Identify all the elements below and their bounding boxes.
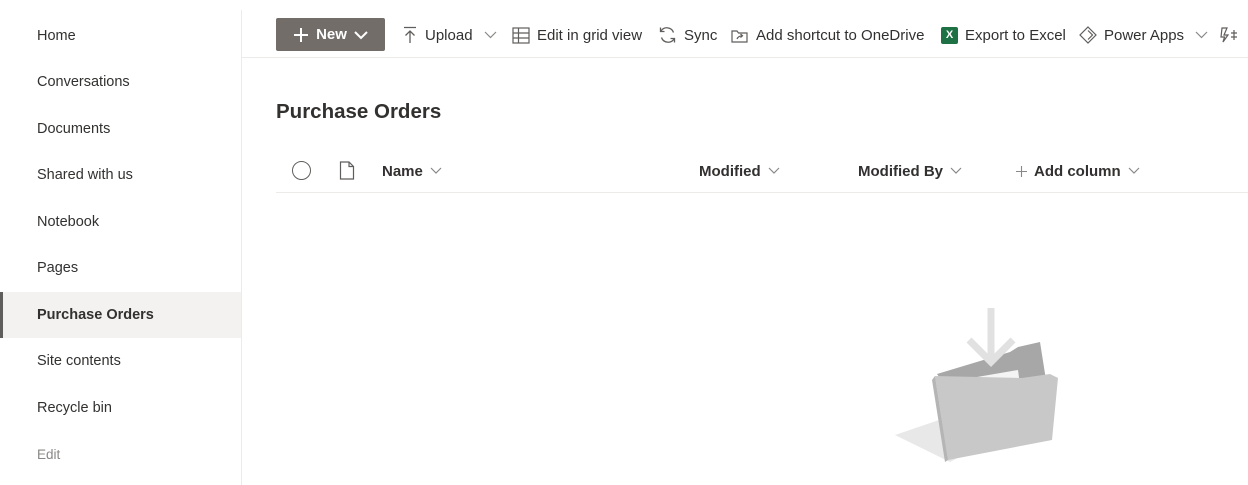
chevron-down-icon — [430, 167, 442, 174]
nav-item-notebook[interactable]: Notebook — [0, 199, 241, 245]
nav-item-conversations[interactable]: Conversations — [0, 59, 241, 105]
automate-icon — [1220, 27, 1237, 43]
sync-label: Sync — [684, 26, 718, 44]
file-type-icon[interactable] — [339, 161, 355, 180]
chevron-down-icon — [950, 167, 962, 174]
sync-icon — [659, 27, 676, 43]
export-to-excel-button[interactable]: X Export to Excel — [941, 22, 1066, 48]
column-header-name[interactable]: Name — [382, 160, 442, 182]
edit-grid-view-label: Edit in grid view — [537, 26, 643, 44]
chevron-down-icon — [1128, 167, 1140, 174]
add-column-label: Add column — [1034, 162, 1121, 180]
shortcut-icon — [731, 29, 748, 43]
column-modified-label: Modified — [699, 162, 761, 180]
upload-icon — [404, 26, 416, 43]
excel-icon: X — [941, 26, 958, 44]
chevron-down-icon — [354, 30, 368, 39]
power-apps-icon — [1079, 26, 1097, 44]
new-button-label: New — [316, 26, 347, 43]
nav-item-documents[interactable]: Documents — [0, 106, 241, 152]
nav-edit-link[interactable]: Edit — [0, 431, 241, 477]
select-all-checkbox[interactable] — [292, 161, 311, 180]
nav-item-pages[interactable]: Pages — [0, 245, 241, 291]
chevron-down-icon — [768, 167, 780, 174]
column-header-modified-by[interactable]: Modified By — [858, 160, 962, 182]
page-title: Purchase Orders — [276, 100, 442, 123]
add-column-button[interactable]: Add column — [1016, 160, 1140, 182]
nav-item-purchase-orders[interactable]: Purchase Orders — [0, 292, 241, 338]
plus-icon — [1016, 165, 1027, 177]
add-shortcut-onedrive-button[interactable]: Add shortcut to OneDrive — [730, 22, 924, 48]
nav-item-site-contents[interactable]: Site contents — [0, 338, 241, 384]
chevron-down-icon — [484, 31, 496, 39]
upload-button[interactable]: Upload — [402, 22, 497, 48]
column-header-modified[interactable]: Modified — [699, 160, 780, 182]
column-header-row: Name Modified Modified By Add column — [276, 148, 1248, 193]
column-name-label: Name — [382, 162, 423, 180]
grid-icon — [512, 26, 530, 44]
add-shortcut-label: Add shortcut to OneDrive — [756, 26, 925, 44]
edit-grid-view-button[interactable]: Edit in grid view — [512, 22, 642, 48]
new-button[interactable]: New — [276, 18, 385, 51]
nav-item-recycle-bin[interactable]: Recycle bin — [0, 385, 241, 431]
command-bar: New Upload Edit in grid view Sync Add sh… — [242, 10, 1248, 58]
chevron-down-icon — [1195, 31, 1208, 39]
upload-label: Upload — [425, 26, 473, 44]
power-apps-label: Power Apps — [1104, 26, 1185, 44]
power-apps-button[interactable]: Power Apps — [1079, 22, 1208, 48]
empty-folder-illustration — [895, 308, 1058, 462]
column-modified-by-label: Modified By — [858, 162, 943, 180]
nav-item-home[interactable]: Home — [0, 13, 241, 59]
nav-item-shared-with-us[interactable]: Shared with us — [0, 152, 241, 198]
left-navigation: Home Conversations Documents Shared with… — [0, 10, 242, 485]
plus-icon — [294, 27, 309, 42]
sync-button[interactable]: Sync — [658, 22, 717, 48]
automate-button[interactable] — [1219, 22, 1239, 48]
export-to-excel-label: Export to Excel — [965, 26, 1066, 44]
